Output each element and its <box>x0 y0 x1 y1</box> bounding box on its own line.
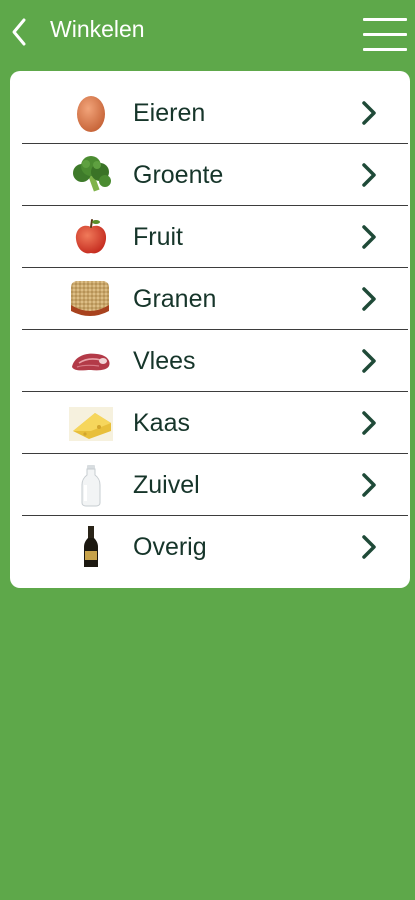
category-item-zuivel[interactable]: Zuivel <box>22 454 408 516</box>
cheese-icon <box>69 401 113 445</box>
category-label: Fruit <box>133 223 183 251</box>
category-label: Vlees <box>133 347 196 375</box>
category-item-kaas[interactable]: Kaas <box>22 392 408 454</box>
meat-icon <box>69 339 113 383</box>
hamburger-line <box>363 48 407 51</box>
back-button[interactable] <box>6 14 34 50</box>
chevron-right-icon <box>360 224 378 250</box>
grain-bowl-icon <box>69 277 113 321</box>
category-label: Groente <box>133 161 224 189</box>
page-title: Winkelen <box>50 16 145 42</box>
hamburger-line <box>363 33 407 36</box>
category-list: Eieren Groente Fruit Granen Vlees Kaas Z… <box>10 71 410 588</box>
category-label: Zuivel <box>133 471 200 499</box>
category-item-granen[interactable]: Granen <box>22 268 408 330</box>
category-label: Eieren <box>133 99 206 127</box>
hamburger-menu-icon <box>363 18 407 21</box>
chevron-left-icon <box>12 18 26 46</box>
apple-icon <box>69 215 113 259</box>
chevron-right-icon <box>360 410 378 436</box>
egg-icon <box>69 91 113 135</box>
category-label: Granen <box>133 285 217 313</box>
chevron-right-icon <box>360 348 378 374</box>
category-item-fruit[interactable]: Fruit <box>22 206 408 268</box>
top-bar: Winkelen <box>0 0 415 64</box>
menu-button[interactable] <box>363 18 407 54</box>
bottle-icon <box>69 525 113 569</box>
chevron-right-icon <box>360 472 378 498</box>
category-item-groente[interactable]: Groente <box>22 144 408 206</box>
chevron-right-icon <box>360 534 378 560</box>
milk-bottle-icon <box>69 463 113 507</box>
category-item-vlees[interactable]: Vlees <box>22 330 408 392</box>
category-label: Overig <box>133 533 207 561</box>
chevron-right-icon <box>360 100 378 126</box>
broccoli-icon <box>69 153 113 197</box>
category-item-overig[interactable]: Overig <box>22 516 408 578</box>
chevron-right-icon <box>360 162 378 188</box>
chevron-right-icon <box>360 286 378 312</box>
category-item-eieren[interactable]: Eieren <box>22 82 408 144</box>
category-label: Kaas <box>133 409 190 437</box>
